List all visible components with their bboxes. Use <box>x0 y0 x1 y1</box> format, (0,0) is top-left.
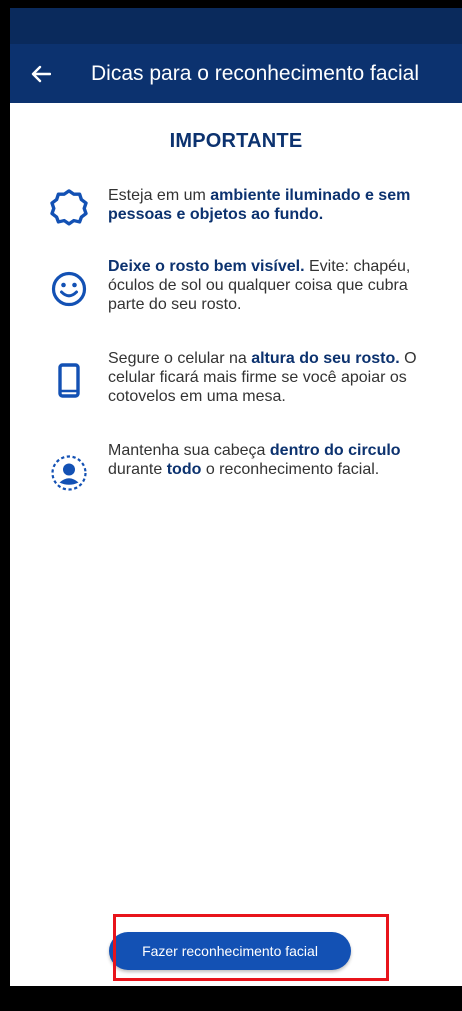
section-heading: IMPORTANTE <box>169 130 303 152</box>
tip-item-phone-height: Segure o celular na altura do seu rosto.… <box>50 346 450 416</box>
tip-item-face-visible: Deixe o rosto bem visível. Evite: chapéu… <box>50 254 450 324</box>
tip-text-segment: Mantenha sua cabeça <box>108 442 270 459</box>
sun-icon <box>50 189 88 226</box>
app-screen: Dicas para o reconhecimento facial IMPOR… <box>10 8 462 986</box>
face-in-circle-icon <box>51 455 87 491</box>
smiley-face-icon <box>51 271 87 307</box>
tip-text-emphasis: dentro do circulo <box>269 442 401 459</box>
tip-item-head-in-circle: Mantenha sua cabeça dentro do circulo du… <box>50 438 450 508</box>
tip-text: Segure o celular na altura do seu rosto.… <box>108 349 444 406</box>
tip-text-segment: o reconhecimento facial. <box>201 461 380 478</box>
tip-text-segment: Esteja em um <box>108 187 211 204</box>
tip-text: Esteja em um ambiente iluminado e sem pe… <box>108 186 444 224</box>
tip-text-emphasis: todo <box>166 461 202 478</box>
tip-text: Deixe o rosto bem visível. Evite: chapéu… <box>108 257 444 314</box>
start-facial-recognition-button[interactable]: Fazer reconhecimento facial <box>109 932 351 970</box>
status-bar <box>10 8 462 44</box>
tip-text-emphasis: Deixe o rosto bem visível. <box>108 258 305 275</box>
tip-item-lighting: Esteja em um ambiente iluminado e sem pe… <box>50 182 450 232</box>
smartphone-icon <box>58 363 80 398</box>
tip-text-segment: Segure o celular na <box>108 350 252 367</box>
app-bar: Dicas para o reconhecimento facial <box>10 44 462 103</box>
tip-text-emphasis: altura do seu rosto. <box>251 350 400 367</box>
tip-text: Mantenha sua cabeça dentro do circulo du… <box>108 441 444 479</box>
page-title: Dicas para o reconhecimento facial <box>91 62 420 85</box>
back-button[interactable] <box>26 59 56 89</box>
tip-text-segment: durante <box>108 461 167 478</box>
arrow-left-icon <box>31 65 51 83</box>
